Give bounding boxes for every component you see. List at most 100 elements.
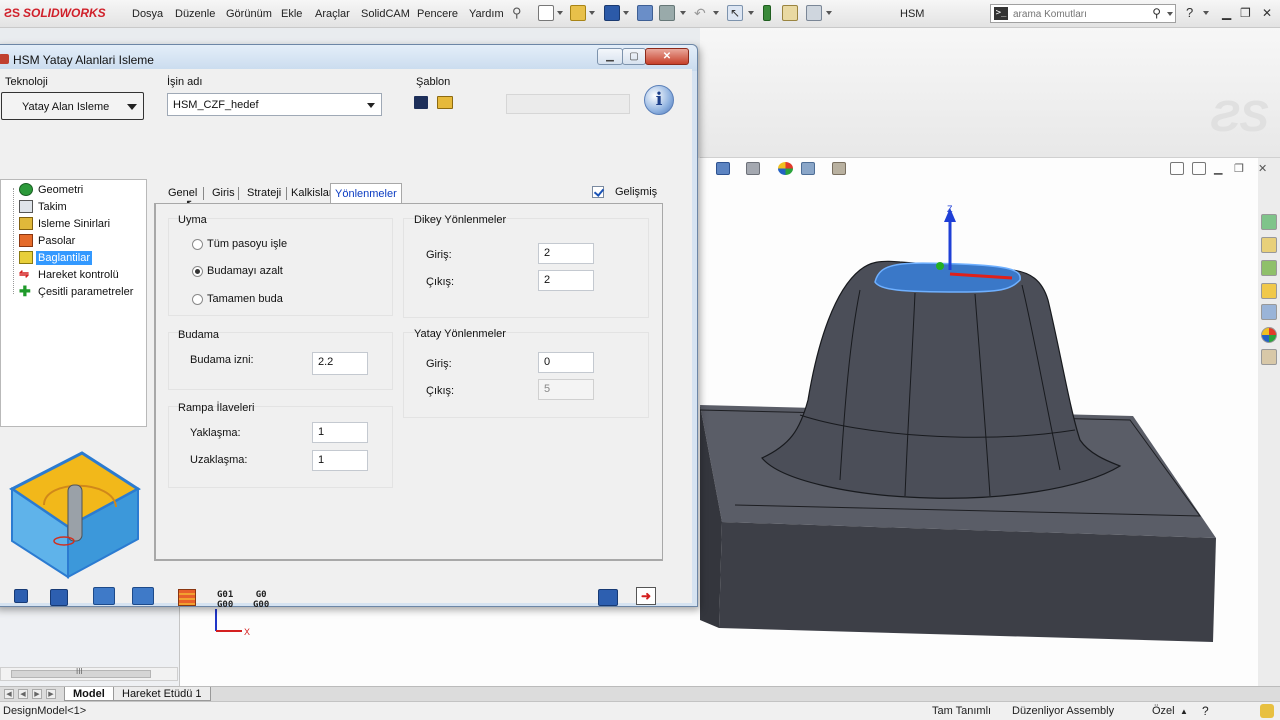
pin-icon[interactable]: ⚲ xyxy=(512,5,528,21)
first-tab-arrow[interactable]: ◀ xyxy=(4,689,14,699)
link-views-icon[interactable] xyxy=(1192,162,1206,175)
help-icon[interactable]: ? xyxy=(1186,5,1193,20)
template-field[interactable] xyxy=(506,94,630,114)
appearance-icon[interactable] xyxy=(778,162,793,175)
menu-gorunum[interactable]: Görünüm xyxy=(226,8,272,20)
dikey-cikis-input[interactable]: 2 xyxy=(538,270,594,291)
print-preview-icon[interactable] xyxy=(659,5,675,21)
passes-stack-icon[interactable] xyxy=(178,589,196,606)
save-dropdown-arrow[interactable] xyxy=(623,11,629,15)
search-icon[interactable]: ⚲ xyxy=(1152,6,1161,20)
budama-izni-input[interactable]: 2.2 xyxy=(312,352,368,375)
new-dropdown-arrow[interactable] xyxy=(557,11,563,15)
split-view-icon[interactable] xyxy=(1170,162,1184,175)
file-properties-icon[interactable] xyxy=(782,5,798,21)
prev-tab-arrow[interactable]: ◀ xyxy=(18,689,28,699)
select-cursor-icon[interactable]: ↖ xyxy=(727,5,743,21)
resources-icon[interactable] xyxy=(1261,214,1277,230)
viewport-close-icon[interactable]: ✕ xyxy=(1258,162,1272,175)
budamayi-azalt-label: Budamayı azalt xyxy=(207,265,283,277)
rebuild-icon[interactable] xyxy=(1260,704,1274,718)
yatay-giris-input[interactable]: 0 xyxy=(538,352,594,373)
save-add-icon[interactable] xyxy=(598,589,618,606)
exit-icon[interactable]: ➜ xyxy=(636,587,656,605)
menu-solidcam[interactable]: SolidCAM xyxy=(361,8,410,20)
status-document-name: DesignModel<1> xyxy=(3,705,87,717)
appearances-icon[interactable] xyxy=(1261,327,1277,343)
load-template-icon[interactable] xyxy=(437,96,453,109)
minimize-window-icon[interactable]: ▁ xyxy=(1222,6,1231,20)
options-dropdown-arrow[interactable] xyxy=(826,11,832,15)
save-icon[interactable] xyxy=(604,5,620,21)
tab-giris[interactable]: Giris xyxy=(208,183,239,203)
solidworks-logo[interactable]: ƧS SOLIDWORKS xyxy=(4,6,106,20)
job-name-combo[interactable]: HSM_CZF_hedef xyxy=(167,93,382,116)
dialog-close-button[interactable]: ✕ xyxy=(645,48,689,65)
radio-budamayi-azalt[interactable] xyxy=(192,266,203,277)
save-template-icon[interactable] xyxy=(414,96,428,109)
select-dropdown-arrow[interactable] xyxy=(748,11,754,15)
scene-icon[interactable] xyxy=(801,162,815,175)
yatay-cikis-input[interactable]: 5 xyxy=(538,379,594,400)
save-icon[interactable] xyxy=(14,589,28,603)
search-dropdown-arrow[interactable] xyxy=(1167,12,1173,16)
print-dropdown-arrow[interactable] xyxy=(680,11,686,15)
menu-duzenle[interactable]: Düzenle xyxy=(175,8,215,20)
dialog-maximize-button[interactable]: ▢ xyxy=(622,48,646,65)
quick-tips-icon[interactable]: ? xyxy=(1202,704,1209,718)
tab-strateji[interactable]: Strateji xyxy=(243,183,285,203)
file-explorer-icon[interactable] xyxy=(1261,283,1277,299)
gcode-settings-icon[interactable]: G0 G00 xyxy=(253,590,269,610)
dialog-minimize-button[interactable]: ▁ xyxy=(597,48,623,65)
radio-tum-pasoyu-isle[interactable] xyxy=(192,239,203,250)
dialog-title-bar[interactable]: HSM Yatay Alanlari Isleme ▁ ▢ ✕ xyxy=(0,45,697,71)
undo-icon[interactable]: ↶ xyxy=(694,5,710,21)
yaklasma-input[interactable]: 1 xyxy=(312,422,368,443)
status-units-custom[interactable]: Özel xyxy=(1152,705,1175,717)
dikey-giris-input[interactable]: 2 xyxy=(538,243,594,264)
advanced-checkbox[interactable] xyxy=(592,186,604,198)
last-tab-arrow[interactable]: ▶ xyxy=(46,689,56,699)
home-icon[interactable] xyxy=(1261,237,1277,253)
simulate-icon[interactable] xyxy=(93,587,115,605)
options-icon[interactable] xyxy=(806,5,822,21)
menu-dosya[interactable]: Dosya xyxy=(132,8,163,20)
tab-motion-study[interactable]: Hareket Etüdü 1 xyxy=(113,687,211,701)
view-palette-icon[interactable] xyxy=(1261,304,1277,320)
horizontal-scrollbar[interactable]: III xyxy=(0,667,178,681)
restore-window-icon[interactable]: ❐ xyxy=(1240,6,1251,20)
save-and-calculate-icon[interactable] xyxy=(50,589,68,606)
design-library-icon[interactable] xyxy=(1261,260,1277,276)
radio-tamamen-buda[interactable] xyxy=(192,294,203,305)
units-dropdown-arrow[interactable]: ▲ xyxy=(1180,707,1188,716)
new-document-icon[interactable] xyxy=(538,5,554,21)
viewport-restore-icon[interactable]: ❐ xyxy=(1234,162,1248,175)
open-folder-icon[interactable] xyxy=(570,5,586,21)
undo-dropdown-arrow[interactable] xyxy=(713,11,719,15)
section-view-icon[interactable] xyxy=(746,162,760,175)
viewport-minimize-icon[interactable]: ▁ xyxy=(1214,162,1228,175)
info-help-icon[interactable]: i xyxy=(644,85,674,115)
menu-pencere[interactable]: Pencere xyxy=(417,8,458,20)
menu-ekle[interactable]: Ekle xyxy=(281,8,302,20)
print-icon[interactable] xyxy=(637,5,653,21)
tab-model[interactable]: Model xyxy=(64,687,114,701)
traffic-light-icon[interactable] xyxy=(763,5,771,21)
custom-properties-icon[interactable] xyxy=(1261,349,1277,365)
help-dropdown-arrow[interactable] xyxy=(1203,11,1209,15)
view-orientation-icon[interactable] xyxy=(716,162,730,175)
search-input[interactable] xyxy=(1013,7,1143,21)
next-tab-arrow[interactable]: ▶ xyxy=(32,689,42,699)
open-dropdown-arrow[interactable] xyxy=(589,11,595,15)
scrollbar-thumb[interactable]: III xyxy=(11,667,151,678)
display-settings-icon[interactable] xyxy=(832,162,846,175)
close-window-icon[interactable]: ✕ xyxy=(1262,6,1272,20)
menu-yardim[interactable]: Yardım xyxy=(469,8,504,20)
menu-araclar[interactable]: Araçlar xyxy=(315,8,350,20)
gcode-icon[interactable]: G01 G00 xyxy=(217,590,233,610)
search-commands-box[interactable]: >_ ⚲ xyxy=(990,4,1176,23)
calculate-icon[interactable] xyxy=(132,587,154,605)
technology-select[interactable]: Yatay Alan Isleme xyxy=(1,92,144,120)
uzaklasma-input[interactable]: 1 xyxy=(312,450,368,471)
tab-yonlenmeler[interactable]: Yönlenmeler xyxy=(330,183,402,203)
